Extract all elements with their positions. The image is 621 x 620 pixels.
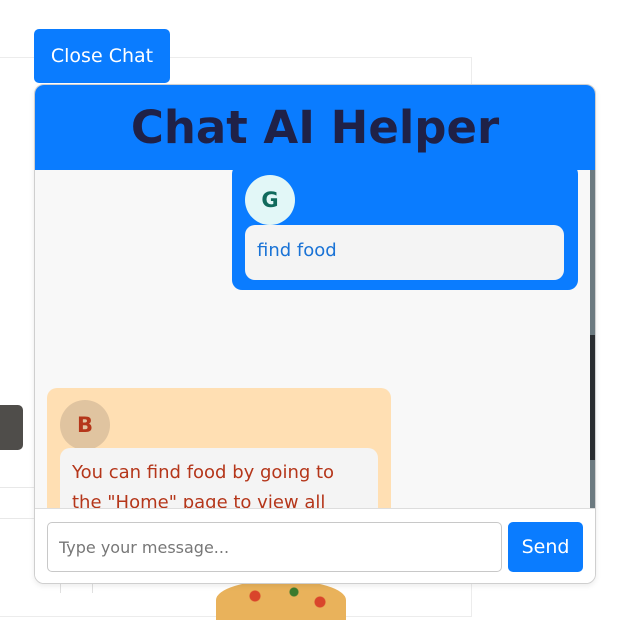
background-side-button[interactable] <box>0 405 23 450</box>
message-list[interactable]: G find food B You can find food by going… <box>35 170 595 508</box>
background-divider <box>60 583 61 593</box>
bot-avatar: B <box>60 400 110 450</box>
user-avatar: G <box>245 175 295 225</box>
scrollbar-thumb[interactable] <box>590 335 595 460</box>
user-message: G find food <box>232 170 578 290</box>
bot-message: B You can find food by going to the "Hom… <box>47 388 391 508</box>
close-chat-button[interactable]: Close Chat <box>34 29 170 83</box>
background-divider <box>92 583 93 593</box>
message-composer: Send <box>35 508 595 583</box>
bot-message-text: You can find food by going to the "Home"… <box>60 448 378 508</box>
send-button[interactable]: Send <box>508 522 583 572</box>
message-scrollbar[interactable] <box>590 170 595 508</box>
chat-header: Chat AI Helper <box>35 85 595 170</box>
background-food-image <box>216 580 346 620</box>
user-message-text: find food <box>245 225 564 280</box>
message-input[interactable] <box>47 522 502 572</box>
chat-window: Chat AI Helper G find food B You can fin… <box>34 84 596 584</box>
chat-title: Chat AI Helper <box>130 101 500 154</box>
